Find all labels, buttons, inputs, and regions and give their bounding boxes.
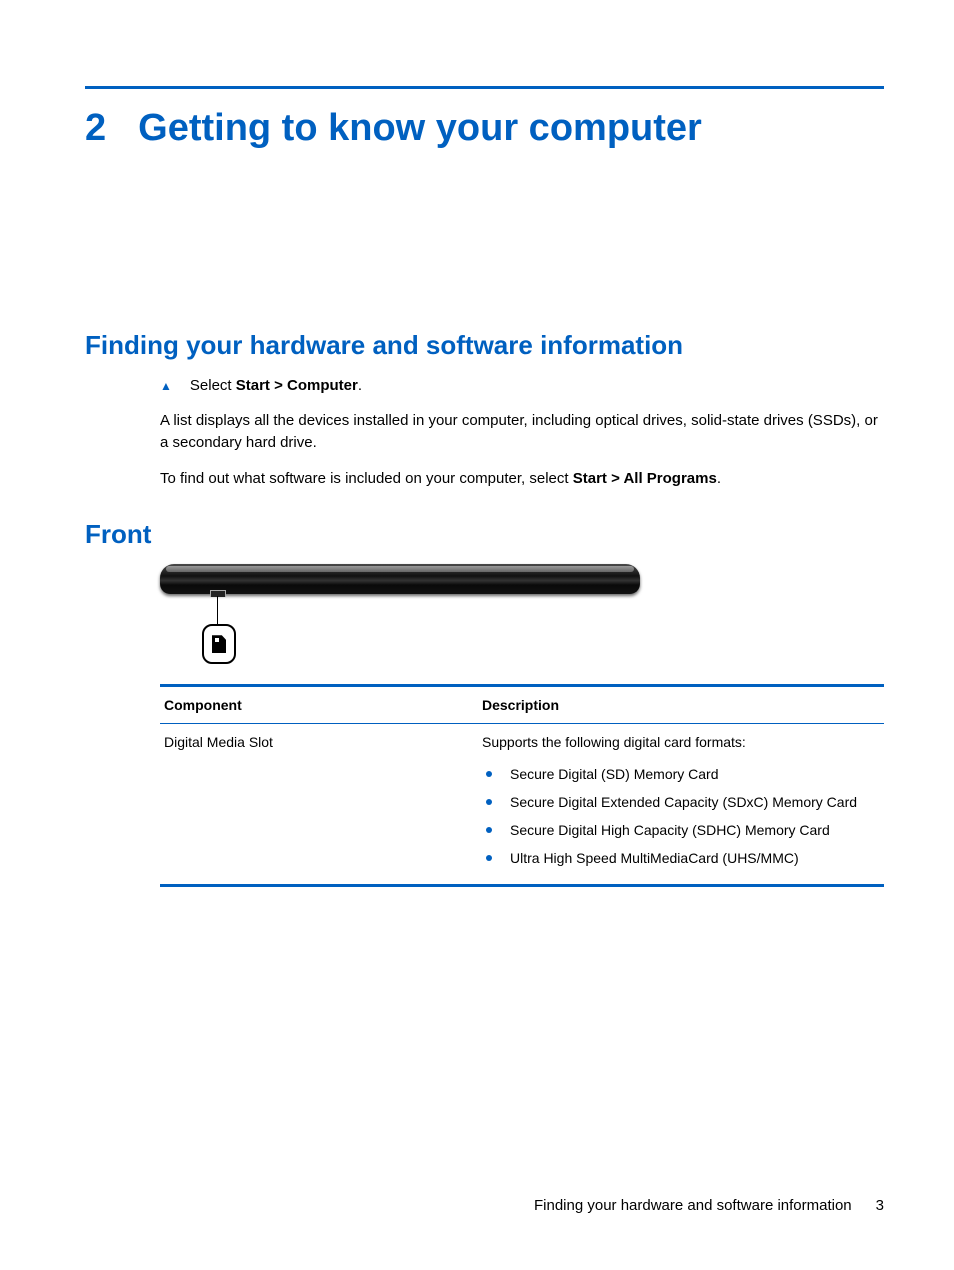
para2-bold: Start > All Programs — [573, 470, 717, 487]
callout-leader — [217, 596, 218, 624]
chapter-heading: 2 Getting to know your computer — [85, 107, 884, 150]
table-row: Digital Media Slot Supports the followin… — [160, 724, 884, 886]
chapter-number: 2 — [85, 107, 106, 150]
laptop-front-edge — [160, 564, 640, 594]
step-triangle-icon: ▲ — [160, 379, 172, 393]
front-diagram — [160, 564, 884, 674]
para-devices: A list displays all the devices installe… — [160, 410, 884, 454]
media-slot-marker — [210, 590, 226, 597]
chapter-title: Getting to know your computer — [138, 107, 702, 150]
callout-badge — [202, 624, 236, 664]
cell-component: Digital Media Slot — [160, 724, 478, 886]
section-heading-front: Front — [85, 519, 884, 550]
page-content: 2 Getting to know your computer Finding … — [85, 86, 884, 887]
cell-description: Supports the following digital card form… — [478, 724, 884, 886]
list-item: Secure Digital Extended Capacity (SDxC) … — [482, 788, 880, 816]
list-text: Ultra High Speed MultiMediaCard (UHS/MMC… — [510, 850, 799, 866]
list-item: Ultra High Speed MultiMediaCard (UHS/MMC… — [482, 844, 880, 872]
step-text: Select Start > Computer. — [190, 377, 362, 394]
para-software: To find out what software is included on… — [160, 468, 884, 490]
footer-page-number: 3 — [876, 1197, 884, 1214]
step-prefix: Select — [190, 377, 236, 394]
table-header-row: Component Description — [160, 686, 884, 724]
chapter-rule — [85, 86, 884, 89]
desc-list: Secure Digital (SD) Memory Card Secure D… — [482, 760, 880, 872]
sd-card-icon — [212, 635, 226, 653]
section1-body: ▲ Select Start > Computer. A list displa… — [160, 377, 884, 489]
bullet-icon — [486, 771, 492, 777]
th-description: Description — [478, 686, 884, 724]
bullet-icon — [486, 855, 492, 861]
list-item: Secure Digital (SD) Memory Card — [482, 760, 880, 788]
page-footer: Finding your hardware and software infor… — [0, 1197, 884, 1214]
section-heading-hardware: Finding your hardware and software infor… — [85, 330, 884, 361]
desc-lead: Supports the following digital card form… — [482, 734, 880, 750]
list-item: Secure Digital High Capacity (SDHC) Memo… — [482, 816, 880, 844]
footer-section-ref: Finding your hardware and software infor… — [534, 1197, 852, 1214]
step-suffix: . — [358, 377, 362, 394]
th-component: Component — [160, 686, 478, 724]
step-bold: Start > Computer — [236, 377, 358, 394]
para2-suffix: . — [717, 470, 721, 487]
para2-prefix: To find out what software is included on… — [160, 470, 573, 487]
list-text: Secure Digital (SD) Memory Card — [510, 766, 719, 782]
laptop-top-strip — [166, 566, 634, 572]
component-table: Component Description Digital Media Slot… — [160, 684, 884, 887]
step-line: ▲ Select Start > Computer. — [160, 377, 884, 394]
list-text: Secure Digital Extended Capacity (SDxC) … — [510, 794, 857, 810]
bullet-icon — [486, 799, 492, 805]
list-text: Secure Digital High Capacity (SDHC) Memo… — [510, 822, 830, 838]
bullet-icon — [486, 827, 492, 833]
